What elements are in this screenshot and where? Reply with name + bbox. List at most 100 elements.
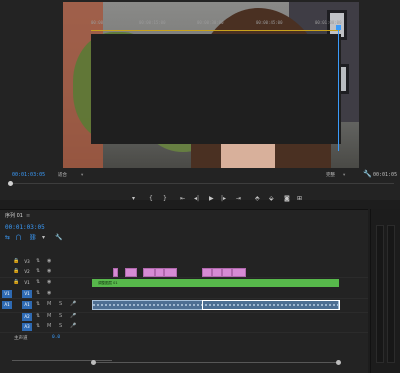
mark-in-icon[interactable]: {: [149, 195, 153, 202]
playback-resolution-value: 完整: [326, 173, 335, 178]
track-target-v2[interactable]: V2: [22, 268, 32, 276]
eye-icon[interactable]: ◉: [47, 258, 51, 264]
adjustment-layer-clip[interactable]: 调整图层 01: [92, 279, 339, 287]
go-to-in-icon[interactable]: ⇤: [180, 195, 185, 202]
mark-out-icon[interactable]: }: [163, 195, 167, 202]
playhead-handle[interactable]: [336, 25, 341, 30]
lane-divider: [0, 312, 368, 313]
linked-selection-icon[interactable]: ⛓: [29, 234, 37, 241]
tab-sequence[interactable]: 序列 01 ≡: [5, 212, 30, 219]
marker-icon[interactable]: ▾: [132, 195, 135, 202]
sync-lock-icon[interactable]: ⇅: [36, 268, 40, 274]
insert-nest-icon[interactable]: ⇆: [5, 234, 10, 241]
zoom-level-value: 适合: [58, 173, 67, 178]
title-clip[interactable]: [212, 268, 222, 277]
lock-icon[interactable]: 🔒: [13, 268, 19, 274]
ruler-label: 00:00: [91, 20, 104, 25]
tab-sequence-label: 序列 01: [5, 213, 23, 219]
work-area-bar[interactable]: [91, 30, 340, 31]
source-patch-v1[interactable]: V1: [2, 290, 12, 298]
solo-icon[interactable]: S: [59, 301, 62, 307]
title-clip[interactable]: [222, 268, 232, 277]
step-forward-icon[interactable]: |▸: [221, 195, 226, 202]
scrollbar-track: [91, 362, 341, 363]
mic-icon[interactable]: 🎤: [70, 323, 76, 329]
timeline-zoom-scrollbar[interactable]: [91, 360, 341, 365]
track-header-a1: A1 A1 ⇅ M S 🎤: [0, 301, 91, 310]
lane-divider: [0, 277, 368, 278]
settings-wrench-icon[interactable]: 🔧: [363, 170, 372, 178]
audio-meter-right: [387, 225, 395, 363]
ruler-label: 00:00:15:00: [139, 20, 166, 25]
track-area[interactable]: [91, 34, 341, 144]
track-target-a2[interactable]: A2: [22, 313, 32, 321]
lock-icon[interactable]: 🔒: [13, 279, 19, 285]
transport-controls: ▾ { } ⇤ ◂| ▶ |▸ ⇥ ⬘ ⬙ ◙ ⊞: [0, 195, 400, 205]
scrollbar-left-handle[interactable]: [91, 360, 96, 365]
playhead-timecode[interactable]: 00:01:03:05: [12, 172, 45, 178]
sync-lock-icon[interactable]: ⇅: [36, 313, 40, 319]
monitor-playhead-handle[interactable]: [8, 181, 13, 186]
track-target-a1[interactable]: A1: [22, 301, 32, 309]
monitor-time-ruler[interactable]: [8, 181, 394, 191]
title-clip[interactable]: [202, 268, 212, 277]
title-clip[interactable]: [143, 268, 155, 277]
eye-icon[interactable]: ◉: [47, 268, 51, 274]
play-icon[interactable]: ▶: [209, 195, 214, 202]
solo-icon[interactable]: S: [59, 313, 62, 319]
source-patch-a1[interactable]: A1: [2, 301, 12, 309]
track-header-v2: V2 🔒 ⇅ ◉: [0, 268, 91, 277]
track-header-v3: V3 🔒 ⇅ ◉: [0, 258, 91, 267]
adjustment-layer-label: 调整图层 01: [98, 281, 118, 285]
title-clip[interactable]: [155, 268, 164, 277]
chevron-down-icon: ▾: [81, 173, 84, 178]
sequence-duration: 00:01:05: [373, 172, 398, 178]
timeline-timecode[interactable]: 00:01:03:05: [5, 224, 45, 231]
track-header-v1-top: V1 🔒 ⇅ ◉: [0, 279, 91, 288]
mic-icon[interactable]: 🎤: [70, 301, 76, 307]
sync-lock-icon[interactable]: ⇅: [36, 323, 40, 329]
go-to-out-icon[interactable]: ⇥: [236, 195, 241, 202]
timeline-playhead[interactable]: [336, 25, 341, 151]
sync-lock-icon[interactable]: ⇅: [36, 258, 40, 264]
step-back-icon[interactable]: ◂|: [194, 195, 199, 202]
lock-icon[interactable]: 🔒: [13, 258, 19, 264]
playback-resolution-dropdown[interactable]: 完整 ▾: [326, 172, 345, 178]
eye-icon[interactable]: ◉: [47, 290, 51, 296]
track-header-a3: A3 ⇅ M S 🎤: [0, 323, 91, 332]
add-marker-icon[interactable]: ▾: [42, 234, 45, 241]
mute-icon[interactable]: M: [47, 301, 51, 307]
lift-icon[interactable]: ⬘: [255, 195, 260, 202]
sync-lock-icon[interactable]: ⇅: [36, 290, 40, 296]
master-track-label: 主声道: [14, 336, 28, 341]
timeline-settings-wrench-icon[interactable]: 🔧: [55, 234, 62, 241]
solo-icon[interactable]: S: [59, 323, 62, 329]
title-clip[interactable]: [113, 268, 118, 277]
mute-icon[interactable]: M: [47, 313, 51, 319]
video-clip-v1[interactable]: [92, 300, 340, 310]
zoom-level-dropdown[interactable]: 适合 ▾: [58, 172, 83, 178]
export-frame-icon[interactable]: ◙: [284, 195, 290, 202]
title-clip[interactable]: [164, 268, 177, 277]
track-target-a3[interactable]: A3: [22, 323, 32, 331]
track-target-v1-top[interactable]: V1: [22, 279, 32, 287]
track-target-v1[interactable]: V1: [22, 290, 32, 298]
eye-icon[interactable]: ◉: [47, 279, 51, 285]
sync-lock-icon[interactable]: ⇅: [36, 279, 40, 285]
sync-lock-icon[interactable]: ⇅: [36, 301, 40, 307]
track-header-a2: A2 ⇅ M S 🎤: [0, 313, 91, 322]
extract-icon[interactable]: ⬙: [269, 195, 274, 202]
mute-icon[interactable]: M: [47, 323, 51, 329]
selected-clip-outline[interactable]: [202, 300, 340, 310]
title-clip[interactable]: [232, 268, 246, 277]
title-clip[interactable]: [125, 268, 137, 277]
snap-magnet-icon[interactable]: ⋂: [16, 234, 21, 241]
mic-icon[interactable]: 🎤: [70, 313, 76, 319]
button-editor-icon[interactable]: ⊞: [297, 195, 302, 202]
lane-divider: [0, 298, 368, 299]
master-volume-value[interactable]: 0.0: [52, 335, 60, 340]
scrollbar-right-handle[interactable]: [336, 360, 341, 365]
close-tab-icon[interactable]: ≡: [26, 213, 30, 219]
track-target-v3[interactable]: V3: [22, 258, 32, 266]
ruler-label: 00:00:30:00: [197, 20, 224, 25]
